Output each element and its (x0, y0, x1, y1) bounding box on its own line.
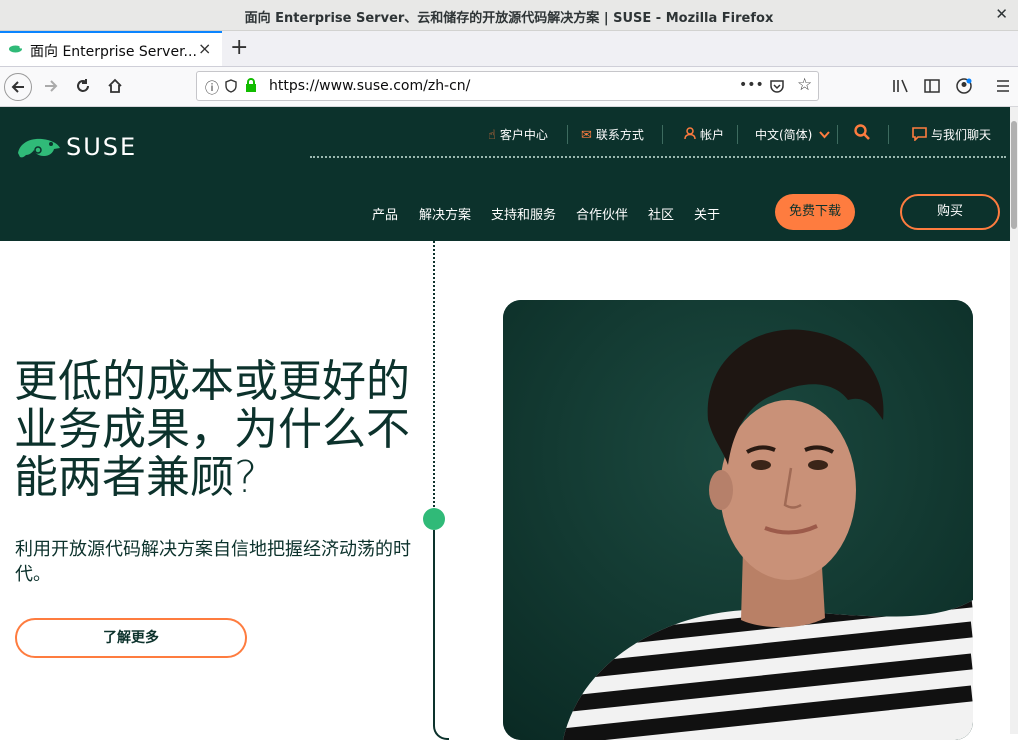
reload-icon (77, 79, 89, 92)
navigation-toolbar: ⓘ https://www.suse.com/zh-cn/ ••• ☆ (0, 67, 1018, 107)
nav-item-solutions[interactable]: 解决方案 (419, 204, 471, 223)
tracking-shield-icon[interactable] (225, 79, 237, 93)
forward-button[interactable] (38, 73, 64, 99)
hero-portrait-image (503, 300, 973, 740)
tab-close-button[interactable]: × (198, 39, 211, 58)
forward-arrow-icon (45, 80, 58, 92)
hero-heading: 更低的成本或更好的业务成果，为什么不能两者兼顾? (14, 356, 410, 503)
site-header: SUSE ☝ 客户中心 ✉ 联系方式 帐户 中文(简体) 与我们聊天 产品 解决方案… (0, 107, 1018, 241)
library-icon[interactable] (892, 79, 910, 93)
timeline-dotted-line (433, 241, 435, 511)
secure-lock-icon[interactable] (245, 78, 257, 93)
tab-title: 面向 Enterprise Server... (30, 44, 197, 60)
window-titlebar: 面向 Enterprise Server、云和储存的开放源代码解决方案 | SU… (0, 0, 1018, 31)
reload-button[interactable] (70, 73, 96, 99)
new-tab-button[interactable]: + (230, 35, 248, 60)
buy-button[interactable]: 购买 (900, 194, 1000, 230)
url-text[interactable]: https://www.suse.com/zh-cn/ (269, 78, 470, 94)
bookmark-star-icon[interactable]: ☆ (797, 75, 812, 95)
suse-logo[interactable]: SUSE (16, 133, 135, 163)
chevron-down-icon (819, 131, 830, 139)
timeline-line (433, 530, 449, 740)
nav-item-community[interactable]: 社区 (648, 204, 674, 223)
search-icon[interactable] (854, 124, 870, 140)
back-arrow-icon (11, 81, 24, 93)
menu-icon[interactable] (996, 79, 1010, 93)
divider (662, 125, 663, 144)
home-icon (108, 78, 122, 93)
nav-item-products[interactable]: 产品 (372, 204, 398, 223)
home-button[interactable] (102, 73, 128, 99)
nav-item-support[interactable]: 支持和服务 (491, 204, 556, 223)
language-selector[interactable]: 中文(简体) (755, 126, 830, 143)
divider (567, 125, 568, 144)
divider (888, 125, 889, 144)
contact-link[interactable]: ✉ 联系方式 (581, 126, 644, 143)
nav-item-partners[interactable]: 合作伙伴 (576, 204, 628, 223)
brand-name: SUSE (66, 133, 138, 161)
window-title: 面向 Enterprise Server、云和储存的开放源代码解决方案 | SU… (244, 11, 774, 26)
account-link[interactable]: 帐户 (684, 126, 724, 143)
customer-center-link[interactable]: ☝ 客户中心 (488, 126, 548, 143)
nav-item-about[interactable]: 关于 (694, 204, 720, 223)
timeline-node (423, 508, 445, 530)
divider (837, 125, 838, 144)
pointer-hand-icon: ☝ (488, 128, 496, 143)
scrollbar-thumb[interactable] (1011, 121, 1017, 229)
browser-tab[interactable]: 面向 Enterprise Server... × (0, 31, 222, 66)
divider (737, 125, 738, 144)
hero-subheading: 利用开放源代码解决方案自信地把握经济动荡的时代。 (15, 539, 411, 585)
learn-more-button[interactable]: 了解更多 (15, 618, 247, 658)
suse-favicon-icon (9, 45, 23, 53)
mail-icon: ✉ (581, 128, 592, 143)
pocket-icon[interactable] (769, 78, 785, 94)
back-button[interactable] (4, 73, 32, 101)
chat-link[interactable]: 与我们聊天 (912, 126, 991, 143)
tab-strip: 面向 Enterprise Server... × + (0, 31, 1018, 67)
chat-bubble-icon (912, 127, 927, 142)
chameleon-logo-icon (18, 138, 60, 158)
sidebar-icon[interactable] (924, 79, 940, 93)
page-scrollbar[interactable] (1010, 107, 1018, 734)
free-download-button[interactable]: 免费下载 (775, 194, 855, 230)
woman-portrait-illustration (503, 300, 973, 740)
account-icon[interactable] (956, 78, 972, 94)
user-icon (684, 127, 696, 140)
page-actions-icon[interactable]: ••• (739, 77, 764, 93)
address-bar[interactable]: ⓘ https://www.suse.com/zh-cn/ ••• ☆ (196, 71, 819, 101)
window-close-button[interactable]: ✕ (995, 5, 1008, 23)
info-icon[interactable]: ⓘ (205, 78, 219, 98)
header-dotted-divider (310, 156, 1006, 158)
